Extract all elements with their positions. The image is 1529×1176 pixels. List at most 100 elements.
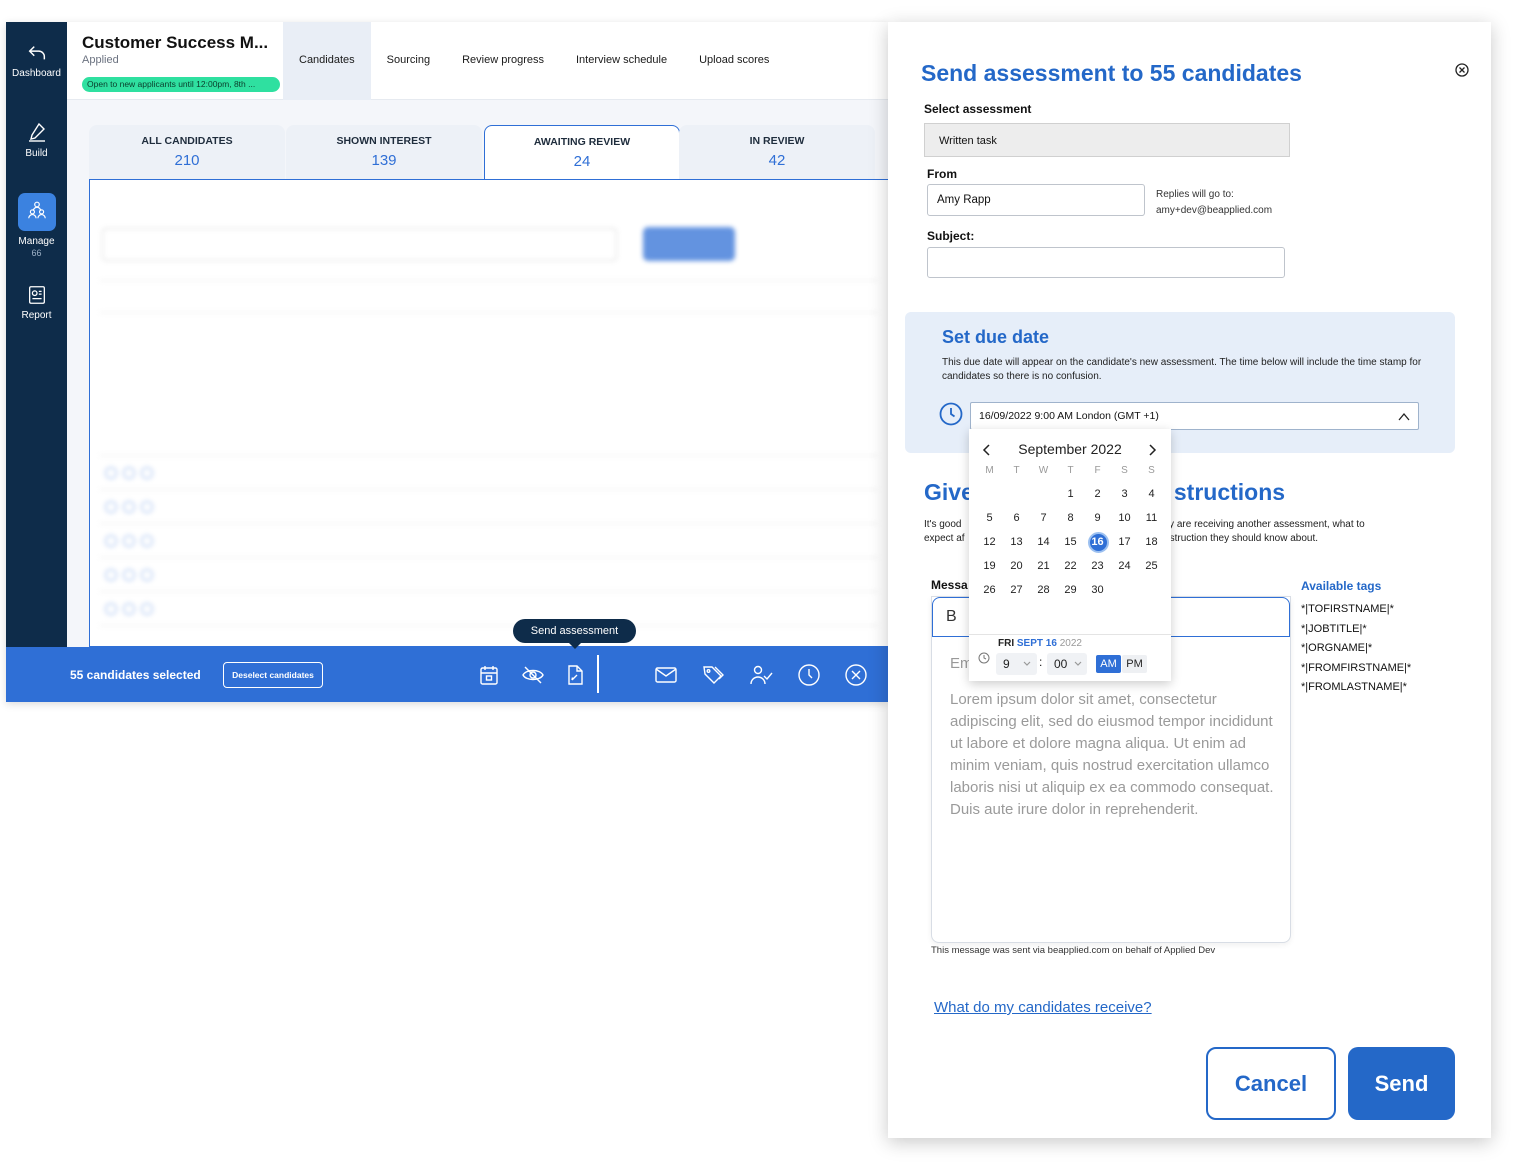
calendar-day[interactable]: 14: [1030, 532, 1057, 552]
calendar-day[interactable]: 8: [1057, 508, 1084, 528]
available-tags-list: *|TOFIRSTNAME|* *|JOBTITLE|* *|ORGNAME|*…: [1301, 600, 1411, 698]
row-checkbox: [105, 501, 117, 513]
clock-icon[interactable]: [797, 663, 821, 687]
calendar-day[interactable]: 25: [1138, 556, 1165, 576]
close-icon[interactable]: [1454, 62, 1470, 78]
calendar-day[interactable]: 29: [1057, 580, 1084, 600]
side-navigation: Dashboard Build Manage 66 Report: [6, 22, 67, 647]
calendar-day[interactable]: 27: [1003, 580, 1030, 600]
action-divider: [597, 655, 599, 693]
eye-slash-icon[interactable]: [521, 663, 545, 687]
pm-toggle[interactable]: PM: [1122, 655, 1147, 673]
tag-item[interactable]: *|FROMFIRSTNAME|*: [1301, 659, 1411, 679]
calendar-day[interactable]: 22: [1057, 556, 1084, 576]
tab-sourcing[interactable]: Sourcing: [371, 22, 446, 100]
table-header-divider: [100, 280, 878, 281]
tag-item[interactable]: *|JOBTITLE|*: [1301, 620, 1411, 640]
calendar-day[interactable]: 1: [1057, 484, 1084, 504]
replies-label: Replies will go to:: [1156, 189, 1234, 200]
nav-dashboard[interactable]: Dashboard: [6, 42, 67, 79]
tab-interview-schedule[interactable]: Interview schedule: [560, 22, 683, 100]
calendar-icon[interactable]: [477, 663, 501, 687]
selected-month-day: SEPT 16: [1016, 638, 1057, 649]
stage-tab-shown-interest[interactable]: SHOWN INTEREST 139: [286, 125, 482, 180]
subject-field[interactable]: [927, 247, 1285, 278]
calendar-day[interactable]: 2: [1084, 484, 1111, 504]
row-checkbox: [141, 569, 153, 581]
row-checkbox: [141, 467, 153, 479]
mail-icon[interactable]: [654, 663, 678, 687]
calendar-day-selected[interactable]: 16: [1084, 531, 1111, 553]
calendar-day[interactable]: 30: [1084, 580, 1111, 600]
nav-manage[interactable]: Manage 66: [6, 193, 67, 258]
tag-item[interactable]: *|ORGNAME|*: [1301, 639, 1411, 659]
calendar-day[interactable]: 19: [976, 556, 1003, 576]
nav-manage-label: Manage: [18, 236, 55, 247]
calendar-day[interactable]: 5: [976, 508, 1003, 528]
table-row: [100, 591, 878, 592]
stage-tab-awaiting-review[interactable]: AWAITING REVIEW 24: [484, 125, 680, 181]
due-date-field[interactable]: 16/09/2022 9:00 AM London (GMT +1): [970, 402, 1419, 430]
weekday-header: T: [1013, 465, 1020, 476]
row-checkbox: [123, 501, 135, 513]
instructions-desc-b: ey are receiving another assessment, wha…: [1163, 519, 1365, 530]
row-checkbox: [141, 603, 153, 615]
table-row: [100, 625, 878, 626]
table-header-divider: [100, 312, 878, 313]
tab-candidates[interactable]: Candidates: [283, 22, 371, 100]
people-icon: [27, 201, 46, 219]
user-check-icon[interactable]: [749, 663, 773, 687]
table-row: [100, 489, 878, 490]
minute-select[interactable]: 00: [1047, 653, 1087, 675]
hour-select[interactable]: 9: [996, 653, 1037, 675]
open-applicants-badge: Open to new applicants until 12:00pm, 8t…: [82, 77, 280, 92]
calendar-day[interactable]: 9: [1084, 508, 1111, 528]
from-field[interactable]: Amy Rapp: [927, 184, 1145, 216]
calendar-day[interactable]: 24: [1111, 556, 1138, 576]
bold-button[interactable]: B: [946, 608, 957, 625]
chevron-right-icon[interactable]: [1146, 444, 1158, 456]
tags-icon[interactable]: [701, 663, 725, 687]
candidates-table-panel: [89, 179, 888, 647]
tab-upload-scores[interactable]: Upload scores: [683, 22, 785, 100]
calendar-day[interactable]: 11: [1138, 508, 1165, 528]
calendar-day[interactable]: 15: [1057, 532, 1084, 552]
calendar-day[interactable]: 12: [976, 532, 1003, 552]
weekday-header: F: [1094, 465, 1101, 476]
stage-label: ALL CANDIDATES: [141, 135, 233, 147]
what-candidates-receive-link[interactable]: What do my candidates receive?: [934, 999, 1152, 1016]
calendar-day[interactable]: 6: [1003, 508, 1030, 528]
calendar-day[interactable]: 21: [1030, 556, 1057, 576]
stage-tab-all[interactable]: ALL CANDIDATES 210: [89, 125, 285, 180]
nav-report[interactable]: Report: [6, 284, 67, 321]
calendar-day[interactable]: 4: [1138, 484, 1165, 504]
close-circle-icon[interactable]: [844, 663, 868, 687]
calendar-day[interactable]: 20: [1003, 556, 1030, 576]
send-assessment-icon[interactable]: [563, 663, 587, 687]
table-row: [100, 523, 878, 524]
calendar-day[interactable]: 28: [1030, 580, 1057, 600]
calendar-day[interactable]: 3: [1111, 484, 1138, 504]
deselect-candidates-button[interactable]: Deselect candidates: [223, 662, 323, 688]
stage-tab-in-review[interactable]: IN REVIEW 42: [679, 125, 875, 180]
calendar-day[interactable]: 10: [1111, 508, 1138, 528]
message-body[interactable]: Lorem ipsum dolor sit amet, consectetur …: [950, 689, 1280, 821]
nav-build[interactable]: Build: [6, 120, 67, 159]
calendar-day[interactable]: 13: [1003, 532, 1030, 552]
tab-review-progress[interactable]: Review progress: [446, 22, 560, 100]
weekday-header: M: [985, 465, 994, 476]
tag-item[interactable]: *|TOFIRSTNAME|*: [1301, 600, 1411, 620]
am-toggle[interactable]: AM: [1096, 655, 1121, 673]
calendar-day[interactable]: 7: [1030, 508, 1057, 528]
tag-item[interactable]: *|FROMLASTNAME|*: [1301, 678, 1411, 698]
row-checkbox: [123, 603, 135, 615]
send-button[interactable]: Send: [1348, 1047, 1455, 1120]
calendar-day[interactable]: 17: [1111, 532, 1138, 552]
calendar-day[interactable]: 23: [1084, 556, 1111, 576]
time-separator: :: [1039, 655, 1043, 669]
calendar-day[interactable]: 18: [1138, 532, 1165, 552]
cancel-button[interactable]: Cancel: [1206, 1047, 1336, 1120]
calendar-day[interactable]: 26: [976, 580, 1003, 600]
clock-icon: [978, 652, 990, 664]
assessment-select[interactable]: Written task: [924, 123, 1290, 157]
